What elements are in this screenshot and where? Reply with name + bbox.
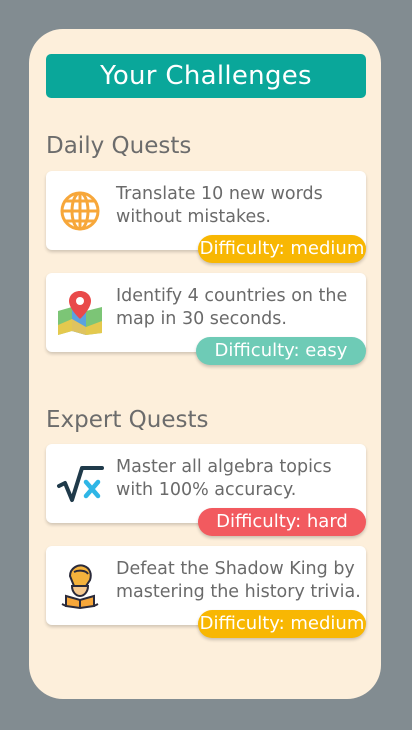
challenges-panel: Your Challenges Daily Quests Translate 1… [29, 29, 381, 699]
quest-card-algebra[interactable]: Master all algebra topics with 100% accu… [46, 444, 366, 536]
expert-quests-heading: Expert Quests [46, 407, 209, 433]
quest-description: Master all algebra topics with 100% accu… [116, 457, 332, 500]
quest-card-shadow-king[interactable]: Defeat the Shadow King by mastering the … [46, 546, 366, 638]
difficulty-badge: Difficulty: medium [198, 235, 366, 263]
square-root-icon [57, 466, 104, 502]
knight-book-icon [61, 564, 99, 610]
quest-description: Defeat the Shadow King by mastering the … [116, 559, 361, 602]
quest-description: Identify 4 countries on the map in 30 se… [116, 286, 348, 329]
map-pin-icon [58, 291, 102, 335]
difficulty-badge: Difficulty: hard [198, 508, 366, 536]
quest-description: Translate 10 new words without mistakes. [116, 184, 323, 227]
page-title: Your Challenges [46, 54, 366, 98]
difficulty-badge: Difficulty: medium [198, 610, 366, 638]
globe-icon [60, 191, 100, 231]
difficulty-badge: Difficulty: easy [196, 337, 366, 365]
daily-quests-heading: Daily Quests [46, 133, 192, 159]
quest-card-translate[interactable]: Translate 10 new words without mistakes.… [46, 171, 366, 263]
quest-card-countries[interactable]: Identify 4 countries on the map in 30 se… [46, 273, 366, 365]
